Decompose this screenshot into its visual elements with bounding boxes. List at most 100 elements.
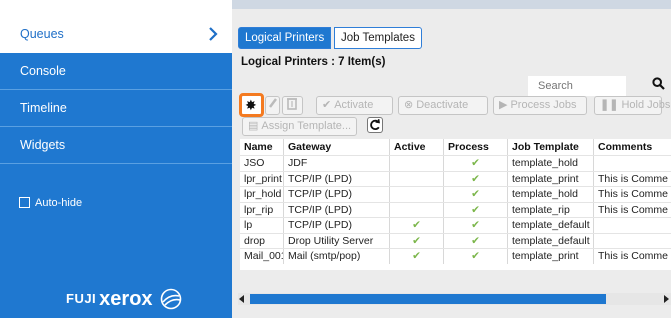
table-row[interactable]: JSO JDF ✔ template_hold <box>240 155 671 171</box>
column-header-job-template[interactable]: Job Template <box>508 139 594 155</box>
cell-gateway: TCP/IP (LPD) <box>284 202 390 218</box>
sidebar-item-widgets[interactable]: Widgets <box>0 127 232 164</box>
cell-name: drop <box>240 233 284 249</box>
cell-active <box>390 156 444 171</box>
activate-button[interactable]: ✔ Activate <box>316 96 393 115</box>
refresh-button[interactable] <box>367 117 383 133</box>
assign-template-button[interactable]: ▤ Assign Template... <box>242 117 357 136</box>
sidebar-item-console[interactable]: Console <box>0 53 232 90</box>
cell-gateway: TCP/IP (LPD) <box>284 171 390 187</box>
cell-comments <box>594 234 671 249</box>
cell-comments: This is Comme <box>598 203 669 216</box>
cell-gateway: Drop Utility Server <box>284 233 390 249</box>
logo-fuji-text: FUJI <box>66 291 97 306</box>
pencil-icon <box>269 98 277 108</box>
cell-process: ✔ <box>444 233 508 249</box>
sidebar-item-queues[interactable]: Queues <box>0 16 232 53</box>
scroll-left-arrow-icon[interactable] <box>239 295 244 303</box>
process-jobs-button[interactable]: ▶ Process Jobs <box>493 96 587 115</box>
scrollbar-thumb[interactable] <box>250 294 606 304</box>
cell-comments: This is Comme <box>598 188 669 200</box>
cell-job-template: template_default <box>508 233 594 249</box>
check-icon: ✔ <box>322 99 332 111</box>
table-row[interactable]: lpr_hold TCP/IP (LPD) ✔ template_hold This i… <box>240 186 671 202</box>
cell-comments: This is Comme <box>598 250 669 262</box>
cell-process: ✔ <box>444 171 508 187</box>
checkmark-icon: ✔ <box>471 219 480 231</box>
cell-active <box>390 187 444 202</box>
checkmark-icon: ✔ <box>412 219 421 231</box>
cell-job-template: template_default <box>508 218 594 233</box>
list-title: Logical Printers : 7 Item(s) <box>241 56 386 68</box>
checkmark-icon: ✔ <box>412 234 421 247</box>
column-header-comments[interactable]: Comments <box>594 139 671 155</box>
cell-comments: This is Comme <box>598 172 669 185</box>
table-row[interactable]: lpr_rip TCP/IP (LPD) ✔ template_rip This is … <box>240 201 671 218</box>
sidebar-item-label: Widgets <box>20 138 66 152</box>
cell-active: ✔ <box>390 218 444 233</box>
cell-name: lpr_hold <box>240 187 284 202</box>
sidebar-item-label: Queues <box>20 27 64 41</box>
cell-job-template: template_rip <box>508 202 594 218</box>
edit-button[interactable] <box>265 96 280 115</box>
cell-process: ✔ <box>444 249 508 264</box>
autohide-checkbox[interactable]: Auto-hide <box>19 196 82 210</box>
delete-button[interactable] <box>282 96 303 115</box>
pause-icon: ❚❚ <box>600 99 619 111</box>
main-panel: Logical Printers Job Templates Logical P… <box>232 0 671 318</box>
sidebar: Queues Console Timeline Widgets Auto-hid… <box>0 0 232 318</box>
tab-logical-printers[interactable]: Logical Printers <box>238 27 332 49</box>
checkmark-icon: ✔ <box>471 203 480 216</box>
table-row[interactable]: Mail_001 Mail (smtp/pop) ✔ ✔ template_print T… <box>240 248 671 264</box>
add-icon: ✸ <box>245 97 257 113</box>
column-header-process[interactable]: Process <box>444 139 508 155</box>
cell-gateway: Mail (smtp/pop) <box>284 249 390 264</box>
cancel-circle-icon: ⊗ <box>404 99 414 111</box>
printers-table: Name Gateway Active Process Job Template… <box>240 139 671 270</box>
play-icon: ▶ <box>499 99 508 111</box>
search-icon[interactable] <box>652 77 665 90</box>
column-header-name[interactable]: Name <box>240 139 284 155</box>
sidebar-item-label: Console <box>20 64 66 78</box>
horizontal-scrollbar[interactable] <box>238 293 671 305</box>
chevron-right-icon <box>206 16 220 53</box>
cell-comments <box>594 218 671 233</box>
table-row[interactable]: lp TCP/IP (LPD) ✔ ✔ template_default <box>240 217 671 233</box>
top-strip <box>232 0 671 9</box>
cell-process: ✔ <box>444 156 508 171</box>
tab-job-templates[interactable]: Job Templates <box>334 27 422 49</box>
checkmark-icon: ✔ <box>471 234 480 247</box>
column-header-gateway[interactable]: Gateway <box>284 139 390 155</box>
cell-name: Mail_001 <box>240 249 284 264</box>
table-row[interactable]: drop Drop Utility Server ✔ ✔ template_defaul… <box>240 232 671 249</box>
cell-job-template: template_print <box>508 249 594 264</box>
add-button[interactable]: ✸ <box>239 93 264 117</box>
cell-gateway: TCP/IP (LPD) <box>284 218 390 233</box>
cell-gateway: JDF <box>284 156 390 171</box>
checkmark-icon: ✔ <box>471 157 480 169</box>
cell-job-template: template_print <box>508 171 594 187</box>
scroll-right-arrow-icon[interactable] <box>664 295 669 303</box>
table-header-row: Name Gateway Active Process Job Template… <box>240 139 671 155</box>
cell-name: lpr_print <box>240 171 284 187</box>
xerox-sphere-icon <box>160 288 182 310</box>
cell-active: ✔ <box>390 233 444 249</box>
fuji-xerox-logo: FUJI xerox <box>66 287 182 311</box>
sidebar-item-label: Timeline <box>20 101 67 115</box>
column-header-active[interactable]: Active <box>390 139 444 155</box>
table-row[interactable]: lpr_print TCP/IP (LPD) ✔ template_print This… <box>240 170 671 187</box>
autohide-label: Auto-hide <box>35 197 83 209</box>
app-window: Queues Console Timeline Widgets Auto-hid… <box>0 0 671 318</box>
cell-comments <box>594 156 671 171</box>
sidebar-item-timeline[interactable]: Timeline <box>0 90 232 127</box>
cell-active: ✔ <box>390 249 444 264</box>
checkmark-icon: ✔ <box>471 250 480 262</box>
cell-process: ✔ <box>444 187 508 202</box>
hold-jobs-button[interactable]: ❚❚ Hold Jobs <box>594 96 670 115</box>
cell-name: JSO <box>240 156 284 171</box>
deactivate-button[interactable]: ⊗ Deactivate <box>398 96 488 115</box>
search-input[interactable] <box>528 76 626 96</box>
checkbox-icon <box>19 197 30 208</box>
sidebar-panel: Queues Console Timeline Widgets Auto-hid… <box>0 16 232 318</box>
cell-process: ✔ <box>444 218 508 233</box>
